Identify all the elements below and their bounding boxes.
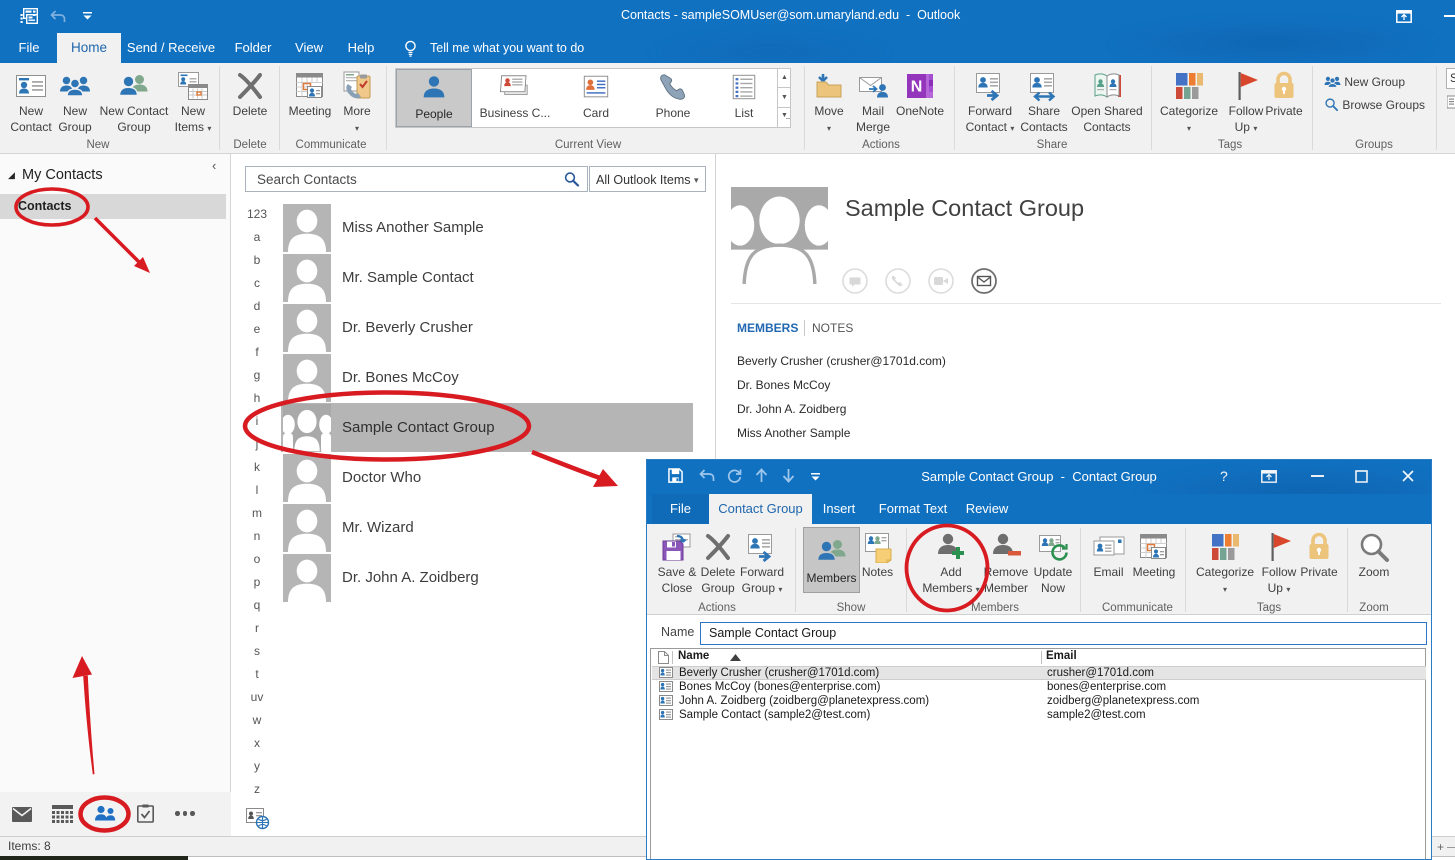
svg-text:N: N	[911, 79, 923, 96]
